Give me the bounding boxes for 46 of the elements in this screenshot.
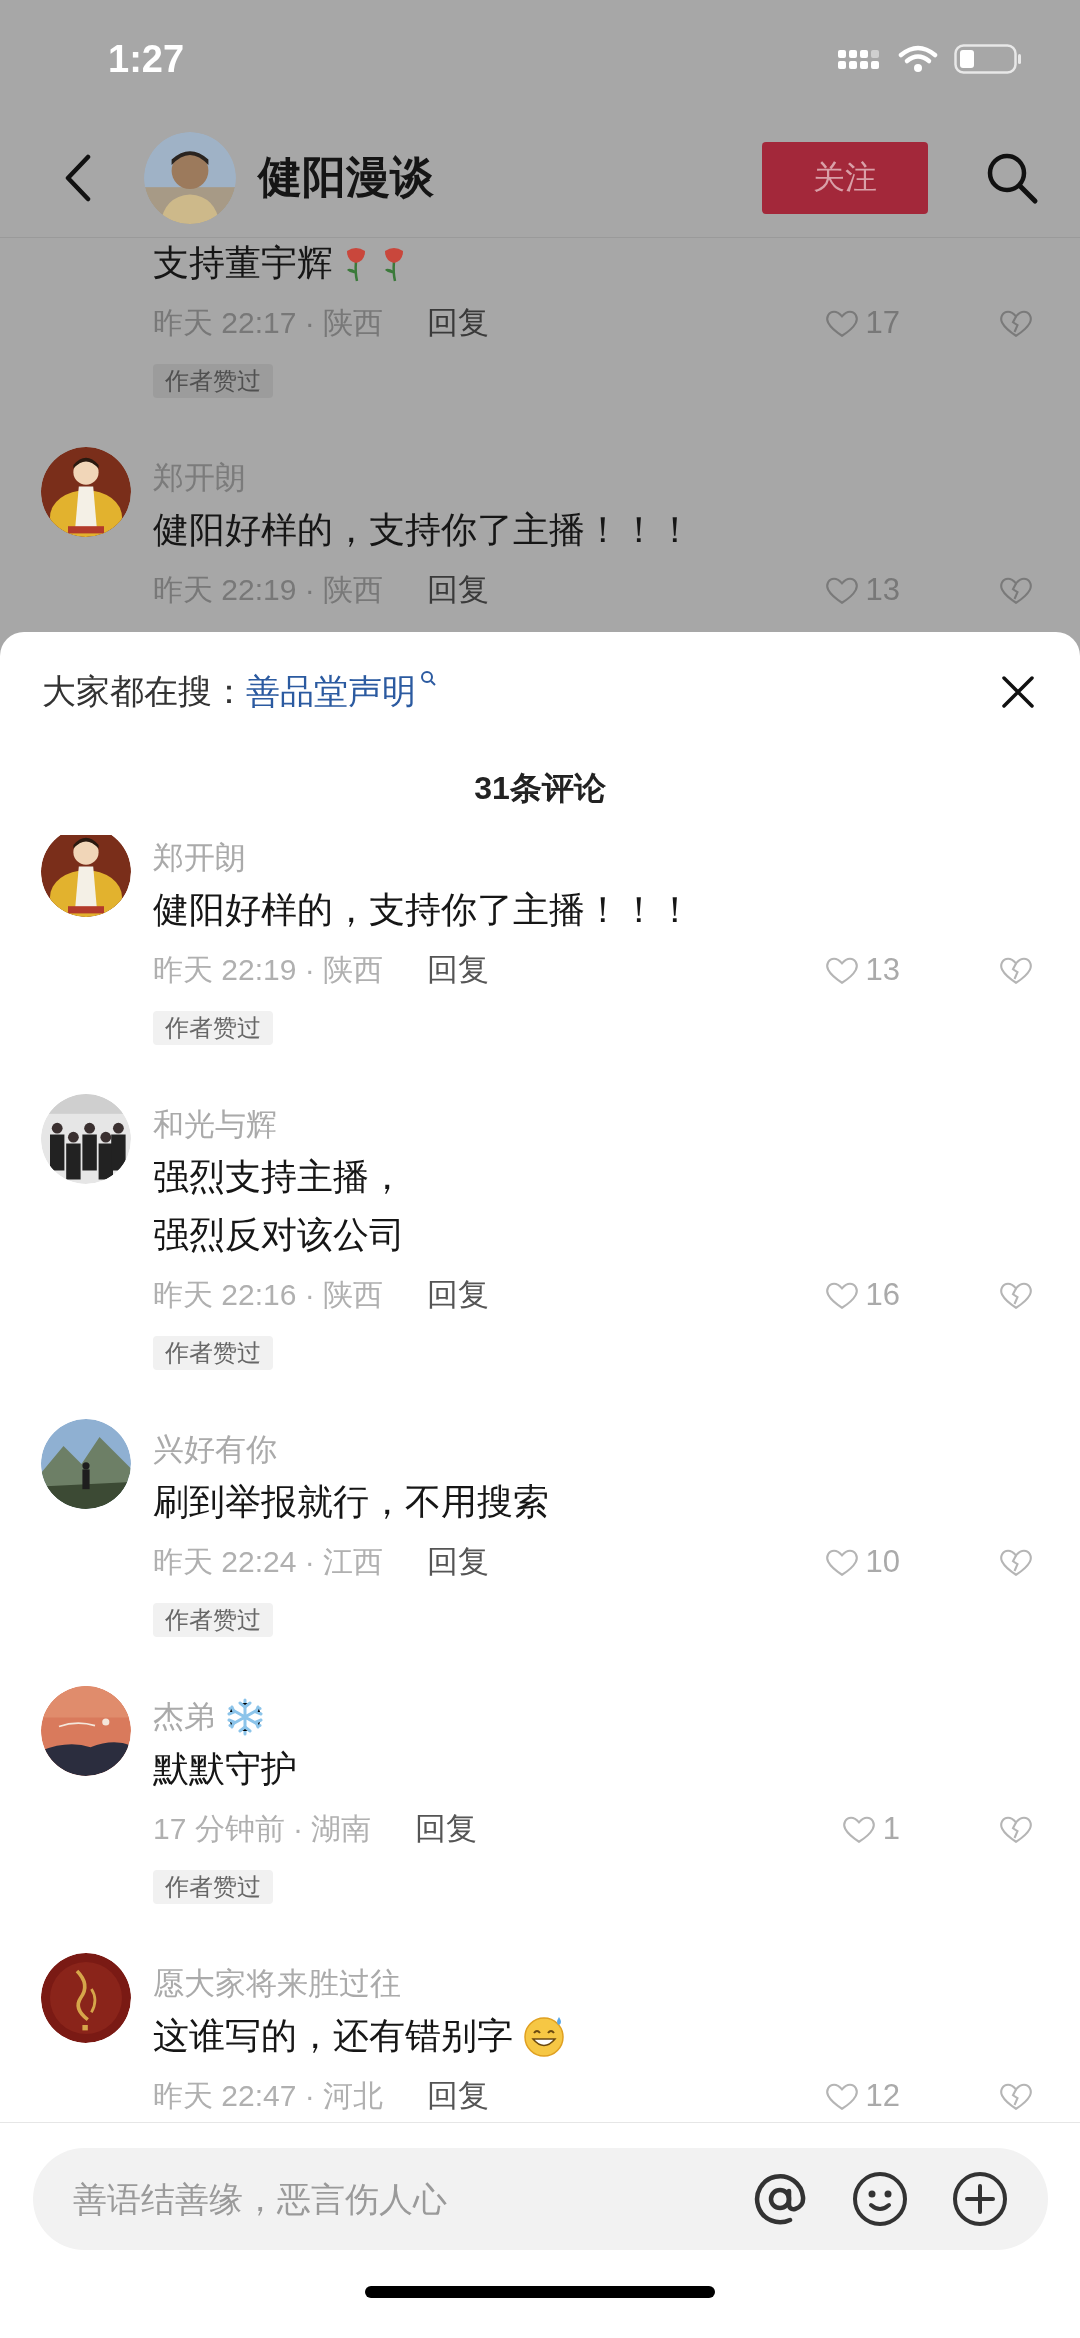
comment-text: 健阳好样的，支持你了主播！！！ xyxy=(153,888,693,932)
comment-time: 昨天 22:47 · 河北 xyxy=(153,2077,384,2114)
reply-button[interactable]: 回复 xyxy=(427,1274,490,1316)
comment-time: 昨天 22:19 · 陕西 xyxy=(153,951,384,988)
status-time: 1:27 xyxy=(108,37,185,81)
emoji-icon[interactable] xyxy=(851,2171,908,2227)
like-count: 13 xyxy=(865,952,900,988)
snowflake-icon xyxy=(225,1697,265,1737)
comment-text: 默默守护 xyxy=(153,1747,297,1791)
comment-time: 昨天 22:24 · 江西 xyxy=(153,1543,384,1580)
comment-count: 31条评论 xyxy=(473,769,607,808)
close-icon[interactable] xyxy=(1000,674,1036,710)
comment-input-bar[interactable]: 善语结善缘，恶言伤人心 xyxy=(32,2148,1048,2250)
comment-text: 这谁写的，还有错别字 xyxy=(153,2014,513,2058)
comment-text: 支持董宇辉 xyxy=(153,241,333,285)
like-count: 10 xyxy=(865,1544,900,1580)
comment-input-field[interactable]: 善语结善缘，恶言伤人心 xyxy=(70,2178,708,2220)
battery-icon xyxy=(954,44,1022,74)
reply-button[interactable]: 回复 xyxy=(427,1541,490,1583)
search-icon xyxy=(420,670,436,686)
plus-icon[interactable] xyxy=(951,2171,1008,2227)
like-count: 1 xyxy=(882,1811,900,1847)
wifi-icon xyxy=(898,44,938,74)
comment-time: 17 分钟前 · 湖南 xyxy=(153,1810,372,1847)
like-count: 16 xyxy=(865,1277,900,1313)
author-liked-tag: 作者赞过 xyxy=(153,364,273,398)
comment-text: 强烈支持主播， xyxy=(153,1155,405,1199)
reply-button[interactable]: 回复 xyxy=(415,1808,478,1850)
reply-button[interactable]: 回复 xyxy=(427,949,490,991)
follow-button[interactable]: 关注 xyxy=(762,141,928,214)
comment-time: 昨天 22:16 · 陕西 xyxy=(153,1276,384,1313)
comment-text: 健阳好样的，支持你了主播！！！ xyxy=(153,508,693,552)
reply-button[interactable]: 回复 xyxy=(427,569,490,611)
like-count: 12 xyxy=(865,2078,900,2114)
trending-label: 大家都在搜： xyxy=(42,671,246,712)
reply-button[interactable]: 回复 xyxy=(427,302,490,344)
sweat-smile-emoji-icon xyxy=(521,2014,567,2058)
comment-text: 强烈反对该公司 xyxy=(153,1213,405,1257)
author-liked-tag: 作者赞过 xyxy=(153,1011,273,1045)
author-liked-tag: 作者赞过 xyxy=(153,1336,273,1370)
reply-button[interactable]: 回复 xyxy=(427,2075,490,2117)
author-liked-tag: 作者赞过 xyxy=(153,1603,273,1637)
channel-name: 健阳漫谈 xyxy=(258,151,435,203)
author-liked-tag: 作者赞过 xyxy=(153,1870,273,1904)
trending-link[interactable]: 善品堂声明 xyxy=(246,669,416,715)
comment-text: 刷到举报就行，不用搜索 xyxy=(153,1480,549,1524)
